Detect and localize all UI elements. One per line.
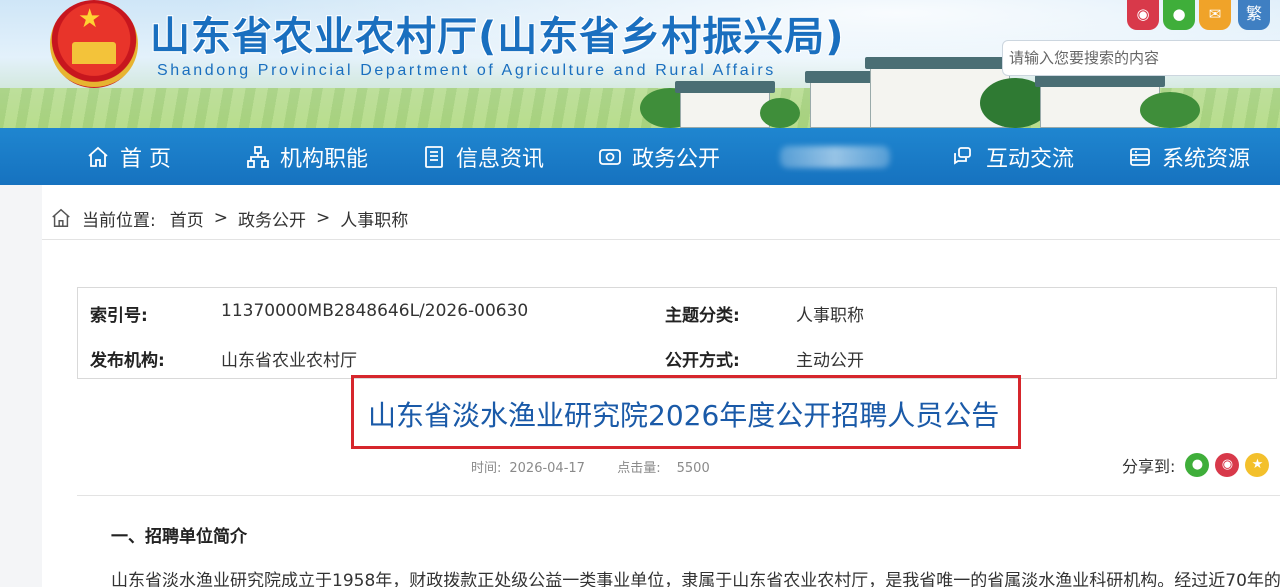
site-subtitle: Shandong Provincial Department of Agricu… — [157, 62, 776, 79]
nav-item-label: 政务公开 — [632, 146, 721, 172]
home-icon — [86, 145, 110, 169]
header-banner: ★ 山东省农业农村厅(山东省乡村振兴局) Shandong Provincial… — [0, 0, 1280, 128]
breadcrumb-link-government-affairs[interactable]: 政务公开 — [238, 206, 306, 231]
search-input[interactable] — [1003, 41, 1280, 75]
article-meta-table: 索引号: 11370000MB2848646L/2026-00630 主题分类:… — [77, 287, 1277, 379]
disclosure-method-value: 主动公开 — [796, 351, 864, 371]
nav-item-news[interactable]: 信息资讯 — [422, 128, 544, 185]
national-emblem-icon: ★ — [50, 0, 138, 88]
org-chart-icon — [246, 145, 270, 169]
article-info: 时间: 2026-04-17 点击量: 5500 — [471, 457, 710, 476]
section-heading: 一、招聘单位简介 — [111, 527, 247, 547]
publisher-value: 山东省农业农村厅 — [221, 351, 357, 371]
breadcrumb-separator: > — [315, 208, 331, 228]
nav-item-label: 系统资源 — [1162, 146, 1251, 172]
article-title: 山东省淡水渔业研究院2026年度公开招聘人员公告 — [368, 399, 1000, 432]
search-box[interactable] — [1002, 40, 1280, 76]
share-bar: 分享到: ● ◉ ★ — [1122, 452, 1270, 478]
breadcrumb-separator: > — [213, 208, 228, 228]
nav-item-label: 信息资讯 — [456, 146, 545, 172]
wechat-icon[interactable]: ● — [1163, 0, 1195, 30]
nav-item-organization[interactable]: 机构职能 — [246, 128, 368, 185]
weibo-icon[interactable]: ◉ — [1127, 0, 1159, 30]
eye-icon — [598, 145, 622, 169]
blurred-nav-item — [780, 146, 890, 168]
breadcrumb-home-icon — [50, 207, 72, 229]
nav-item-government-affairs[interactable]: 政务公开 — [598, 128, 720, 185]
share-weibo-icon[interactable]: ◉ — [1215, 453, 1240, 477]
nav-item-label: 首 页 — [120, 146, 171, 172]
chat-icon — [952, 145, 976, 169]
document-icon — [422, 145, 446, 169]
publisher-label: 发布机构: — [90, 351, 165, 371]
breadcrumb-prefix: 当前位置: — [82, 210, 156, 231]
article-paragraph: 山东省淡水渔业研究院成立于1958年，财政拨款正处级公益一类事业单位，隶属于山东… — [111, 571, 1280, 587]
share-label: 分享到: — [1122, 457, 1176, 476]
breadcrumb-link-personnel[interactable]: 人事职称 — [340, 206, 408, 231]
main-nav: 首 页 机构职能 信息资讯 政务公开 互动交流 系统资源 — [0, 128, 1280, 185]
hit-count-value: 5500 — [676, 461, 710, 476]
topic-category-label: 主题分类: — [665, 306, 740, 326]
breadcrumb: 当前位置: 首页 > 政务公开 > 人事职称 — [50, 206, 408, 231]
nav-item-label: 互动交流 — [986, 146, 1075, 172]
hit-count-label: 点击量: — [617, 461, 661, 476]
disclosure-method-label: 公开方式: — [665, 351, 740, 371]
publish-time-label: 时间: — [471, 461, 502, 476]
topic-category-value: 人事职称 — [796, 306, 864, 326]
nav-item-resources[interactable]: 系统资源 — [1128, 128, 1250, 185]
nav-item-interaction[interactable]: 互动交流 — [952, 128, 1074, 185]
traditional-chinese-toggle[interactable]: 繁 — [1238, 0, 1270, 30]
content-divider — [77, 495, 1280, 496]
index-number-value: 11370000MB2848646L/2026-00630 — [221, 301, 529, 321]
left-margin-strip — [0, 185, 42, 587]
share-favorite-icon[interactable]: ★ — [1245, 453, 1270, 477]
mail-icon[interactable]: ✉ — [1199, 0, 1231, 30]
breadcrumb-divider — [42, 239, 1280, 240]
share-wechat-icon[interactable]: ● — [1185, 453, 1210, 477]
publish-time-value: 2026-04-17 — [509, 461, 585, 476]
index-number-label: 索引号: — [90, 306, 148, 326]
site-title[interactable]: 山东省农业农村厅(山东省乡村振兴局) — [150, 4, 845, 62]
nav-item-home[interactable]: 首 页 — [86, 128, 171, 185]
nav-item-label: 机构职能 — [280, 146, 369, 172]
breadcrumb-link-home[interactable]: 首页 — [170, 206, 204, 231]
database-icon — [1128, 145, 1152, 169]
